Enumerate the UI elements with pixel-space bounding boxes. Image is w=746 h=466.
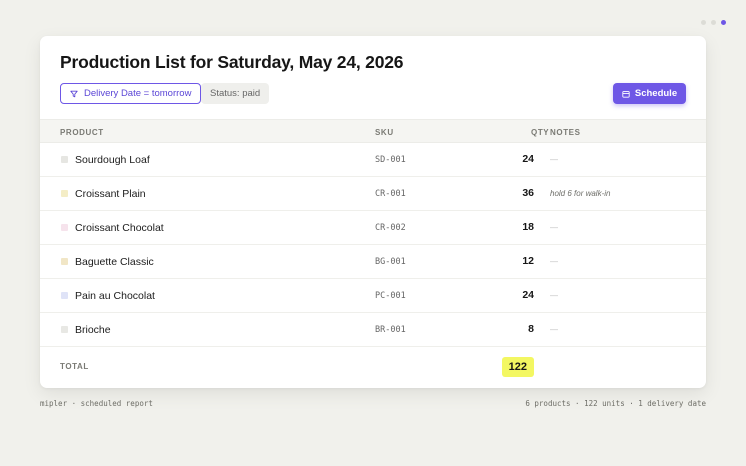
filter-icon (70, 90, 78, 97)
page: Production List for Saturday, May 24, 20… (0, 0, 746, 466)
page-title: Production List for Saturday, May 24, 20… (60, 52, 404, 72)
total-label: TOTAL (60, 362, 89, 371)
product-name: Baguette Classic (75, 256, 154, 268)
delivery-date-filter-chip[interactable]: Delivery Date = tomorrow (60, 83, 202, 104)
product-qty: 24 (522, 289, 534, 301)
product-sku: BR-001 (375, 325, 406, 335)
product-qty: 18 (522, 221, 534, 233)
product-sku: SD-001 (375, 155, 406, 165)
product-notes: — (550, 155, 558, 164)
product-color-swatch (61, 292, 68, 299)
calendar-icon (622, 90, 630, 98)
product-color-swatch (61, 190, 68, 197)
product-qty: 12 (522, 255, 534, 267)
column-header-notes[interactable]: NOTES (550, 128, 581, 137)
product-sku: CR-002 (375, 223, 406, 233)
product-color-swatch (61, 156, 68, 163)
total-value: 122 (501, 357, 534, 377)
column-header-product[interactable]: PRODUCT (60, 128, 104, 137)
product-notes: — (550, 223, 558, 232)
product-qty: 36 (522, 187, 534, 199)
page-dot-active[interactable] (721, 20, 726, 25)
page-indicator[interactable] (701, 20, 726, 25)
product-name: Sourdough Loaf (75, 154, 150, 166)
table-row[interactable]: Brioche BR-001 8 — (40, 313, 706, 347)
status-chip-label: Status: paid (210, 88, 261, 99)
total-row: TOTAL 122 (40, 347, 706, 388)
column-header-sku[interactable]: SKU (375, 128, 394, 137)
product-notes: hold 6 for walk-in (550, 189, 611, 198)
table-row[interactable]: Sourdough Loaf SD-001 24 — (40, 143, 706, 177)
table-row[interactable]: Croissant Chocolat CR-002 18 — (40, 211, 706, 245)
column-header-qty[interactable]: QTY (531, 128, 549, 137)
status-filter-chip[interactable]: Status: paid (201, 83, 270, 104)
product-qty: 8 (528, 323, 534, 335)
schedule-button[interactable]: Schedule (613, 83, 686, 104)
product-color-swatch (61, 258, 68, 265)
table-header: PRODUCT SKU QTY NOTES (40, 119, 706, 143)
filter-chip-label: Delivery Date = tomorrow (84, 88, 192, 99)
product-notes: — (550, 325, 558, 334)
report-card: Production List for Saturday, May 24, 20… (40, 36, 706, 388)
footer-source: mipler · scheduled report (40, 399, 153, 408)
product-color-swatch (61, 326, 68, 333)
table-row[interactable]: Croissant Plain CR-001 36 hold 6 for walk-i… (40, 177, 706, 211)
page-dot[interactable] (701, 20, 706, 25)
product-sku: BG-001 (375, 257, 406, 267)
page-dot[interactable] (711, 20, 716, 25)
product-sku: PC-001 (375, 291, 406, 301)
footer-summary: 6 products · 122 units · 1 delivery date (525, 399, 706, 408)
product-color-swatch (61, 224, 68, 231)
product-name: Pain au Chocolat (75, 290, 155, 302)
product-sku: CR-001 (375, 189, 406, 199)
table-row[interactable]: Pain au Chocolat PC-001 24 — (40, 279, 706, 313)
product-qty: 24 (522, 153, 534, 165)
product-name: Croissant Plain (75, 188, 146, 200)
schedule-button-label: Schedule (634, 88, 678, 99)
product-name: Croissant Chocolat (75, 222, 164, 234)
product-name: Brioche (75, 324, 111, 336)
product-notes: — (550, 257, 558, 266)
table-row[interactable]: Baguette Classic BG-001 12 — (40, 245, 706, 279)
product-notes: — (550, 291, 558, 300)
